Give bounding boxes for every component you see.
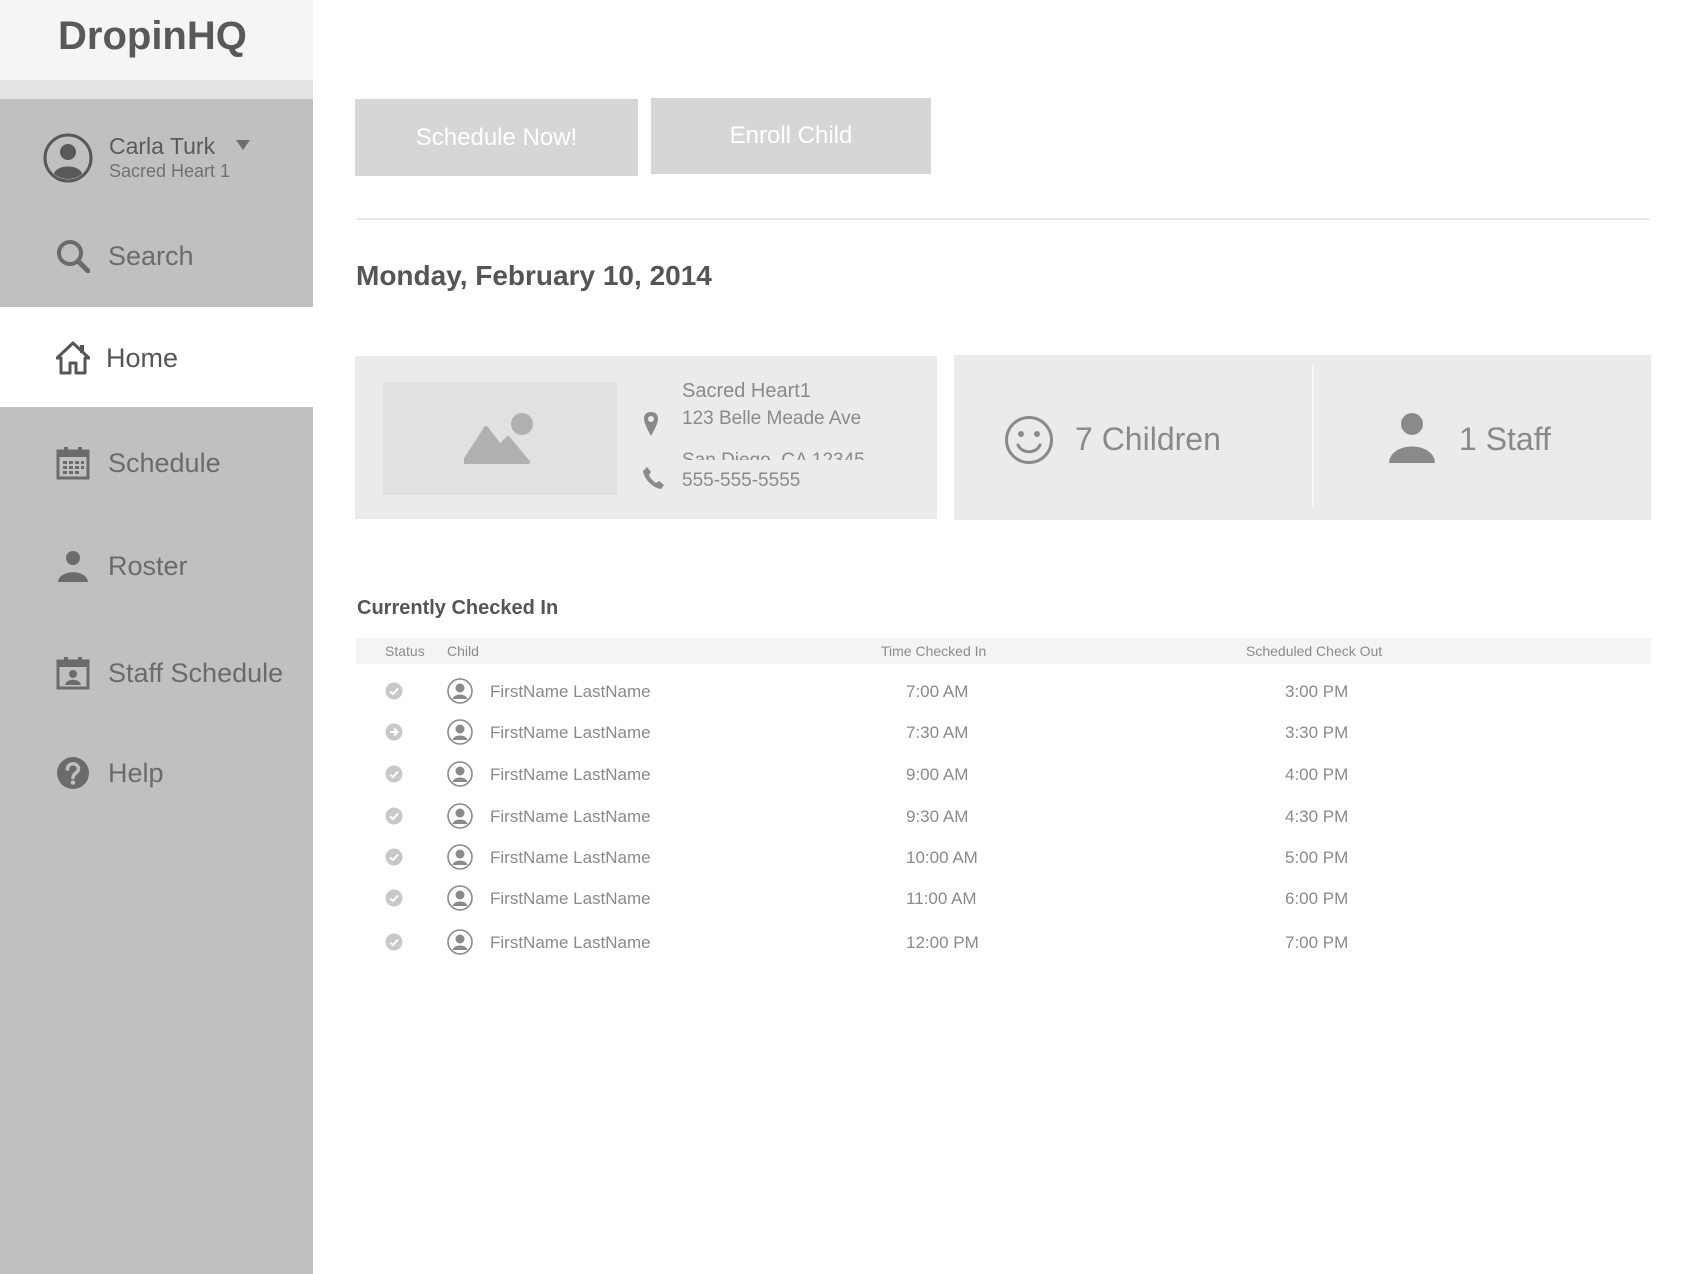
child-avatar-icon	[447, 719, 473, 745]
column-header-child[interactable]: Child	[447, 643, 479, 659]
phone-icon	[643, 467, 664, 489]
checkmark-circle-icon[interactable]	[385, 889, 403, 907]
location-street: 123 Belle Meade Ave	[682, 408, 862, 429]
sidebar: DropinHQ Carla Turk Sacred Heart 1 Searc…	[0, 0, 313, 1274]
child-name[interactable]: FirstName LastName	[490, 933, 651, 953]
column-header-scheduled-check-out[interactable]: Scheduled Check Out	[1246, 643, 1382, 659]
location-photo-placeholder	[383, 382, 617, 495]
scheduled-check-out: 7:00 PM	[1285, 933, 1349, 952]
child-name[interactable]: FirstName LastName	[490, 889, 651, 909]
map-pin-icon	[644, 412, 658, 436]
staff-count[interactable]: 1 Staff	[1459, 421, 1551, 458]
child-avatar-icon	[447, 844, 473, 870]
time-checked-in: 7:00 AM	[906, 682, 969, 701]
logo-divider	[0, 80, 313, 99]
sidebar-item-schedule[interactable]: Schedule	[0, 412, 313, 512]
sidebar-item-search[interactable]: Search	[0, 205, 313, 305]
schedule-now-button[interactable]: Schedule Now!	[355, 99, 638, 176]
header-divider	[357, 218, 1649, 220]
staff-calendar-icon	[56, 657, 90, 690]
location-phone: 555-555-5555	[682, 470, 801, 491]
sidebar-item-help[interactable]: Help	[0, 722, 313, 822]
child-avatar-icon	[447, 761, 473, 787]
user-menu[interactable]: Carla Turk Sacred Heart 1	[0, 99, 313, 209]
help-icon	[57, 757, 89, 789]
scheduled-check-out: 4:00 PM	[1285, 765, 1349, 784]
location-name: Sacred Heart1	[682, 380, 811, 402]
table-row[interactable]: FirstName LastName 12:00 PM 7:00 PM	[356, 924, 1651, 960]
time-checked-in: 9:30 AM	[906, 807, 969, 826]
calendar-icon	[56, 447, 90, 480]
checkmark-circle-icon[interactable]	[385, 682, 403, 700]
table-row[interactable]: FirstName LastName 7:30 AM 3:30 PM	[356, 714, 1651, 750]
column-header-status[interactable]: Status	[385, 643, 425, 659]
sidebar-item-label: Schedule	[108, 448, 221, 478]
checked-in-title: Currently Checked In	[357, 597, 559, 619]
child-name[interactable]: FirstName LastName	[490, 848, 651, 868]
smiley-icon	[1005, 416, 1053, 464]
checkmark-circle-icon[interactable]	[385, 848, 403, 866]
search-icon	[57, 240, 90, 273]
scheduled-check-out: 3:00 PM	[1285, 682, 1349, 701]
sidebar-item-label: Help	[108, 758, 164, 788]
sidebar-item-label: Home	[106, 343, 179, 373]
table-row[interactable]: FirstName LastName 9:00 AM 4:00 PM	[356, 756, 1651, 792]
checkmark-circle-icon[interactable]	[385, 933, 403, 951]
scheduled-check-out: 4:30 PM	[1285, 807, 1349, 826]
time-checked-in: 9:00 AM	[906, 765, 969, 784]
scheduled-check-out: 5:00 PM	[1285, 848, 1349, 867]
sidebar-item-home[interactable]: Home	[0, 307, 313, 407]
staff-person-icon	[1389, 413, 1435, 463]
child-name[interactable]: FirstName LastName	[490, 807, 651, 827]
checkmark-circle-icon[interactable]	[385, 765, 403, 783]
user-name: Carla Turk	[109, 133, 216, 159]
child-name[interactable]: FirstName LastName	[490, 723, 651, 743]
table-row[interactable]: FirstName LastName 7:00 AM 3:00 PM	[356, 673, 1651, 709]
child-avatar-icon	[447, 803, 473, 829]
table-row[interactable]: FirstName LastName 10:00 AM 5:00 PM	[356, 839, 1651, 875]
table-row[interactable]: FirstName LastName 11:00 AM 6:00 PM	[356, 880, 1651, 916]
scheduled-check-out: 3:30 PM	[1285, 723, 1349, 742]
table-row[interactable]: FirstName LastName 9:30 AM 4:30 PM	[356, 798, 1651, 834]
table-header: Status Child Time Checked In Scheduled C…	[356, 638, 1651, 664]
child-avatar-icon	[447, 678, 473, 704]
child-name[interactable]: FirstName LastName	[490, 682, 651, 702]
column-header-time-checked-in[interactable]: Time Checked In	[881, 643, 986, 659]
time-checked-in: 12:00 PM	[906, 933, 979, 952]
user-organization: Sacred Heart 1	[109, 161, 231, 181]
child-avatar-icon	[447, 885, 473, 911]
enroll-child-button[interactable]: Enroll Child	[651, 98, 931, 174]
person-icon	[58, 551, 88, 582]
sidebar-item-label: Roster	[108, 551, 188, 581]
checkmark-circle-icon[interactable]	[385, 807, 403, 825]
home-icon	[56, 341, 90, 375]
location-city-clip: San Diego, CA 12345	[682, 452, 912, 460]
children-count[interactable]: 7 Children	[1075, 421, 1221, 458]
arrow-circle-icon[interactable]	[385, 723, 403, 741]
sidebar-item-label: Search	[108, 241, 194, 271]
location-city: San Diego, CA 12345	[682, 452, 865, 460]
stats-card: 7 Children 1 Staff	[954, 355, 1651, 520]
page-date: Monday, February 10, 2014	[356, 260, 712, 291]
image-icon	[464, 413, 533, 464]
sidebar-item-label: Staff Schedule	[108, 658, 284, 688]
app-logo[interactable]: DropinHQ	[0, 0, 313, 80]
chevron-down-icon[interactable]	[235, 139, 251, 151]
scheduled-check-out: 6:00 PM	[1285, 889, 1349, 908]
time-checked-in: 7:30 AM	[906, 723, 969, 742]
time-checked-in: 11:00 AM	[906, 889, 977, 908]
sidebar-item-staff-schedule[interactable]: Staff Schedule	[0, 622, 313, 722]
child-avatar-icon	[447, 929, 473, 955]
stats-divider	[1312, 365, 1314, 507]
time-checked-in: 10:00 AM	[906, 848, 978, 867]
location-card: Sacred Heart1 123 Belle Meade Ave San Di…	[355, 356, 937, 519]
sidebar-item-roster[interactable]: Roster	[0, 515, 313, 615]
user-avatar-icon	[43, 133, 93, 183]
child-name[interactable]: FirstName LastName	[490, 765, 651, 785]
